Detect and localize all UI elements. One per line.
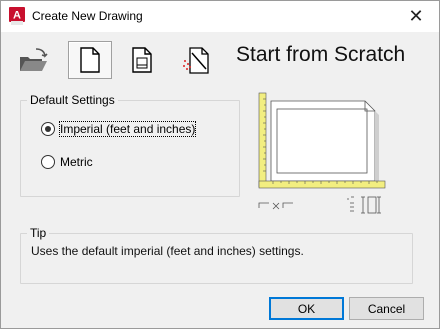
start-from-scratch-button[interactable] (68, 41, 112, 79)
metric-option[interactable]: Metric (41, 155, 93, 169)
open-drawing-button[interactable] (11, 41, 55, 79)
use-wizard-button[interactable] (173, 41, 217, 79)
app-icon-letter: A (13, 10, 21, 22)
title-bar: A Create New Drawing ✕ (1, 1, 439, 32)
page-heading: Start from Scratch (236, 43, 406, 66)
tip-legend: Tip (27, 226, 50, 240)
tip-text: Uses the default imperial (feet and inch… (31, 244, 304, 258)
drawing-preview (255, 91, 413, 215)
default-settings-legend: Default Settings (27, 93, 118, 107)
imperial-label[interactable]: Imperial (feet and inches) (58, 121, 197, 137)
tip-group: Tip Uses the default imperial (feet and … (20, 226, 413, 284)
close-button[interactable]: ✕ (393, 1, 439, 32)
imperial-radio[interactable] (41, 122, 55, 136)
create-new-drawing-dialog: A Create New Drawing ✕ Start from Scratc… (0, 0, 440, 329)
metric-radio[interactable] (41, 155, 55, 169)
close-icon: ✕ (408, 6, 424, 26)
imperial-option[interactable]: Imperial (feet and inches) (41, 121, 197, 137)
metric-label[interactable]: Metric (60, 155, 93, 169)
window-title: Create New Drawing (32, 9, 143, 23)
default-settings-group: Default Settings Imperial (feet and inch… (20, 93, 240, 197)
autocad-app-icon: A (9, 7, 25, 25)
wizard-icon (183, 47, 209, 74)
template-page-icon (132, 47, 152, 73)
ok-button[interactable]: OK (269, 297, 344, 320)
use-template-button[interactable] (120, 41, 164, 79)
cancel-button[interactable]: Cancel (349, 297, 424, 320)
blank-page-icon (80, 47, 100, 73)
open-folder-icon (20, 48, 48, 71)
